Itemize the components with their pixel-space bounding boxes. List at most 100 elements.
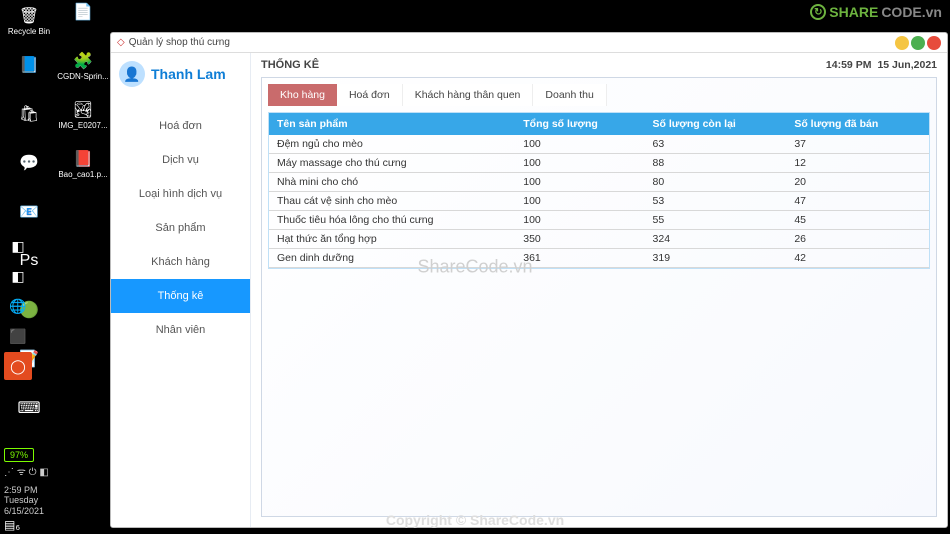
desktop-icon[interactable]: 📄 (58, 0, 108, 45)
sidebar-item[interactable]: Sản phẩm (111, 211, 250, 245)
taskbar-item[interactable]: 🌐 (4, 292, 32, 320)
desktop-icon[interactable]: 🛍 (4, 102, 54, 147)
table-cell: 100 (515, 135, 644, 154)
window-icon: ◇ (117, 37, 125, 48)
clock-day: Tuesday (4, 495, 44, 505)
sidebar-item[interactable]: Thống kê (111, 279, 250, 313)
window-title: Quản lý shop thú cưng (129, 37, 230, 48)
table-row[interactable]: Thuốc tiêu hóa lông cho thú cưng1005545 (269, 211, 929, 230)
table-row[interactable]: Nhà mini cho chó1008020 (269, 173, 929, 192)
desktop-icon-label: Recycle Bin (8, 28, 50, 36)
table-cell: Nhà mini cho chó (269, 173, 515, 192)
start-button[interactable]: ▤₆ (4, 518, 20, 532)
content-area: THỐNG KÊ 14:59 PM 15 Jun,2021 Kho hàngHo… (251, 53, 947, 527)
desktop-icon-label: CGDN-Sprin... (57, 73, 109, 81)
table-cell: 88 (645, 154, 787, 173)
tab[interactable]: Doanh thu (533, 84, 606, 106)
header-date: 15 Jun,2021 (877, 59, 937, 71)
desktop-icon[interactable]: ⌨ (4, 396, 54, 441)
desktop-icon-glyph: 📕 (71, 147, 95, 171)
table-cell: 12 (786, 154, 929, 173)
desktop-icon-label: IMG_E0207... (58, 122, 107, 130)
sidebar-item[interactable]: Nhân viên (111, 313, 250, 347)
table-header-cell: Tên sản phẩm (269, 113, 515, 135)
table-row[interactable]: Máy massage cho thú cưng1008812 (269, 154, 929, 173)
desktop-icon-glyph: 🧩 (71, 49, 95, 73)
stats-panel: Kho hàngHoá đơnKhách hàng thân quenDoanh… (261, 77, 937, 517)
user-box: 👤 Thanh Lam (111, 53, 250, 99)
tab[interactable]: Khách hàng thân quen (403, 84, 534, 106)
table-cell: Thuốc tiêu hóa lông cho thú cưng (269, 211, 515, 230)
battery-indicator: 97% (4, 448, 34, 462)
table-cell: 53 (645, 192, 787, 211)
header-time: 14:59 PM (826, 59, 872, 71)
sidebar-item[interactable]: Khách hàng (111, 245, 250, 279)
system-tray: ⋰ ᯤ ⏻ ◧ (4, 464, 49, 478)
table-cell: Máy massage cho thú cưng (269, 154, 515, 173)
desktop-icon-glyph: 📘 (17, 53, 41, 77)
table-cell: 100 (515, 173, 644, 192)
window-titlebar: ◇ Quản lý shop thú cưng (111, 33, 947, 53)
table-cell: 80 (645, 173, 787, 192)
table-cell: 37 (786, 135, 929, 154)
sidebar-item[interactable]: Loại hình dịch vụ (111, 177, 250, 211)
table-header-cell: Số lượng đã bán (786, 113, 929, 135)
desktop-icon-label: Bao_cao1.p... (58, 171, 107, 179)
sidebar-item[interactable]: Dịch vụ (111, 143, 250, 177)
desktop-icon[interactable]: 💬 (4, 151, 54, 196)
sidebar-nav: Hoá đơnDịch vụLoại hình dịch vụSản phẩmK… (111, 109, 250, 347)
desktop-icon[interactable]: 📘 (4, 53, 54, 98)
table-cell: 350 (515, 230, 644, 249)
table-wrap: Tên sản phẩmTổng số lượngSố lượng còn lạ… (268, 112, 930, 269)
sidebar-item[interactable]: Hoá đơn (111, 109, 250, 143)
desktop-icon-glyph: 🛍 (17, 102, 41, 126)
taskbar-clock: 2:59 PM Tuesday 6/15/2021 (4, 485, 44, 516)
watermark-top: ↻ SHARECODE.vn (810, 4, 942, 20)
desktop-icon-glyph: 🏞 (71, 98, 95, 122)
table-cell: 47 (786, 192, 929, 211)
table-cell: 100 (515, 211, 644, 230)
table-cell: 20 (786, 173, 929, 192)
table-row[interactable]: Gen dinh dưỡng36131942 (269, 249, 929, 268)
desktop-icon-glyph: ⌨ (17, 396, 41, 420)
table-cell: 361 (515, 249, 644, 268)
table-cell: 100 (515, 192, 644, 211)
desktop-icon[interactable]: 🗑Recycle Bin (4, 4, 54, 49)
desktop-icon[interactable]: 🏞IMG_E0207... (58, 98, 108, 143)
tab[interactable]: Kho hàng (268, 84, 337, 106)
table-cell: Thau cát vệ sinh cho mèo (269, 192, 515, 211)
desktop-icon[interactable]: 📕Bao_cao1.p... (58, 147, 108, 192)
table-cell: Gen dinh dưỡng (269, 249, 515, 268)
tab[interactable]: Hoá đơn (337, 84, 403, 106)
desktop-icon[interactable]: 🧩CGDN-Sprin... (58, 49, 108, 94)
window-minimize-button[interactable] (895, 36, 909, 50)
table-cell: 42 (786, 249, 929, 268)
desktop-icon-glyph: 📄 (71, 0, 95, 24)
table-header-cell: Số lượng còn lại (645, 113, 787, 135)
table-row[interactable]: Thau cát vệ sinh cho mèo1005347 (269, 192, 929, 211)
window-close-button[interactable] (927, 36, 941, 50)
table-cell: Hạt thức ăn tổng hợp (269, 230, 515, 249)
taskbar-item[interactable]: ◧ (4, 262, 32, 290)
desktop-icon-glyph: 💬 (17, 151, 41, 175)
user-name: Thanh Lam (151, 66, 226, 82)
desktop-icon-glyph: 📧 (17, 200, 41, 224)
table-cell: 100 (515, 154, 644, 173)
table-cell: 324 (645, 230, 787, 249)
table-cell: 45 (786, 211, 929, 230)
table-cell: 55 (645, 211, 787, 230)
app-window: ◇ Quản lý shop thú cưng 👤 Thanh Lam Hoá … (110, 32, 948, 528)
table-cell: 26 (786, 230, 929, 249)
taskbar-item[interactable]: ◯ (4, 352, 32, 380)
avatar: 👤 (119, 61, 145, 87)
table-row[interactable]: Đệm ngủ cho mèo1006337 (269, 135, 929, 154)
taskbar-item[interactable]: ⬛ (4, 322, 32, 350)
table-header-cell: Tổng số lượng (515, 113, 644, 135)
taskbar-left: ◧◧🌐⬛◯ (0, 230, 36, 382)
window-maximize-button[interactable] (911, 36, 925, 50)
sidebar: 👤 Thanh Lam Hoá đơnDịch vụLoại hình dịch… (111, 53, 251, 527)
table-row[interactable]: Hạt thức ăn tổng hợp35032426 (269, 230, 929, 249)
inventory-table: Tên sản phẩmTổng số lượngSố lượng còn lạ… (269, 113, 929, 268)
table-cell: Đệm ngủ cho mèo (269, 135, 515, 154)
taskbar-item[interactable]: ◧ (4, 232, 32, 260)
